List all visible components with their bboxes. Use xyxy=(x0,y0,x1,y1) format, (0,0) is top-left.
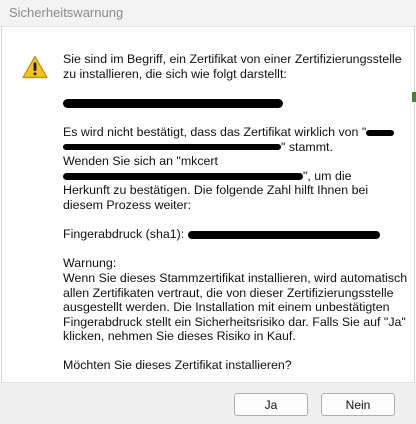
redaction-bar xyxy=(63,172,303,180)
message-line: Es wird nicht bestätigt, dass das Zertif… xyxy=(63,125,398,140)
yes-button[interactable]: Ja xyxy=(234,393,308,416)
redaction-bar xyxy=(366,129,395,136)
no-button[interactable]: Nein xyxy=(321,393,395,416)
message-line: Wenden Sie sich an "mkcert xyxy=(63,154,218,169)
message-line: diesem Prozess weiter: xyxy=(63,197,192,212)
fingerprint-label: Fingerabdruck (sha1): xyxy=(63,227,188,242)
fingerprint-line: Fingerabdruck (sha1): xyxy=(63,227,398,242)
message-line: " stammt. xyxy=(63,140,398,155)
warning-line: ausgestellt werden. Die Installation mit… xyxy=(63,300,390,315)
message-line: zu installieren, die sich wie folgt dars… xyxy=(63,66,287,81)
message-line: ", um die xyxy=(63,169,398,184)
right-border xyxy=(414,26,415,424)
left-border xyxy=(1,26,2,424)
title-bar[interactable]: Sicherheitswarnung xyxy=(0,0,416,27)
redacted-issuer-line xyxy=(63,96,398,111)
warning-line: Fingerabdruck stellt ein Sicherheitsrisi… xyxy=(63,314,406,329)
warning-line: Wenn Sie dieses Stammzertifikat installi… xyxy=(63,270,408,285)
security-warning-dialog: Sicherheitswarnung Sie sind im Begriff, … xyxy=(0,0,416,424)
redaction-bar xyxy=(63,144,281,151)
not-confirmed-text: Es wird nicht bestätigt, dass das Zertif… xyxy=(63,124,367,139)
warning-triangle-icon xyxy=(22,55,48,79)
contact-suffix: ", um die xyxy=(303,168,352,183)
background-window-edge xyxy=(412,92,416,102)
redaction-bar xyxy=(187,230,380,239)
confirmation-question: Möchten Sie dieses Zertifikat installier… xyxy=(63,358,292,373)
message-line: Sie sind im Begriff, ein Zertifikat von … xyxy=(63,52,402,66)
warning-heading: Warnung: xyxy=(63,256,117,271)
window-title: Sicherheitswarnung xyxy=(9,5,124,20)
warning-line: allen Zertifikaten vertraut, die von die… xyxy=(63,285,394,300)
redaction-bar xyxy=(63,99,283,108)
message-line: Herkunft zu bestätigen. Die folgende Zah… xyxy=(63,183,369,198)
not-confirmed-suffix: " stammt. xyxy=(281,139,333,154)
warning-line: klicken, nehmen Sie dieses Risiko in Kau… xyxy=(63,329,296,344)
message-body: Sie sind im Begriff, ein Zertifikat von … xyxy=(63,52,408,373)
